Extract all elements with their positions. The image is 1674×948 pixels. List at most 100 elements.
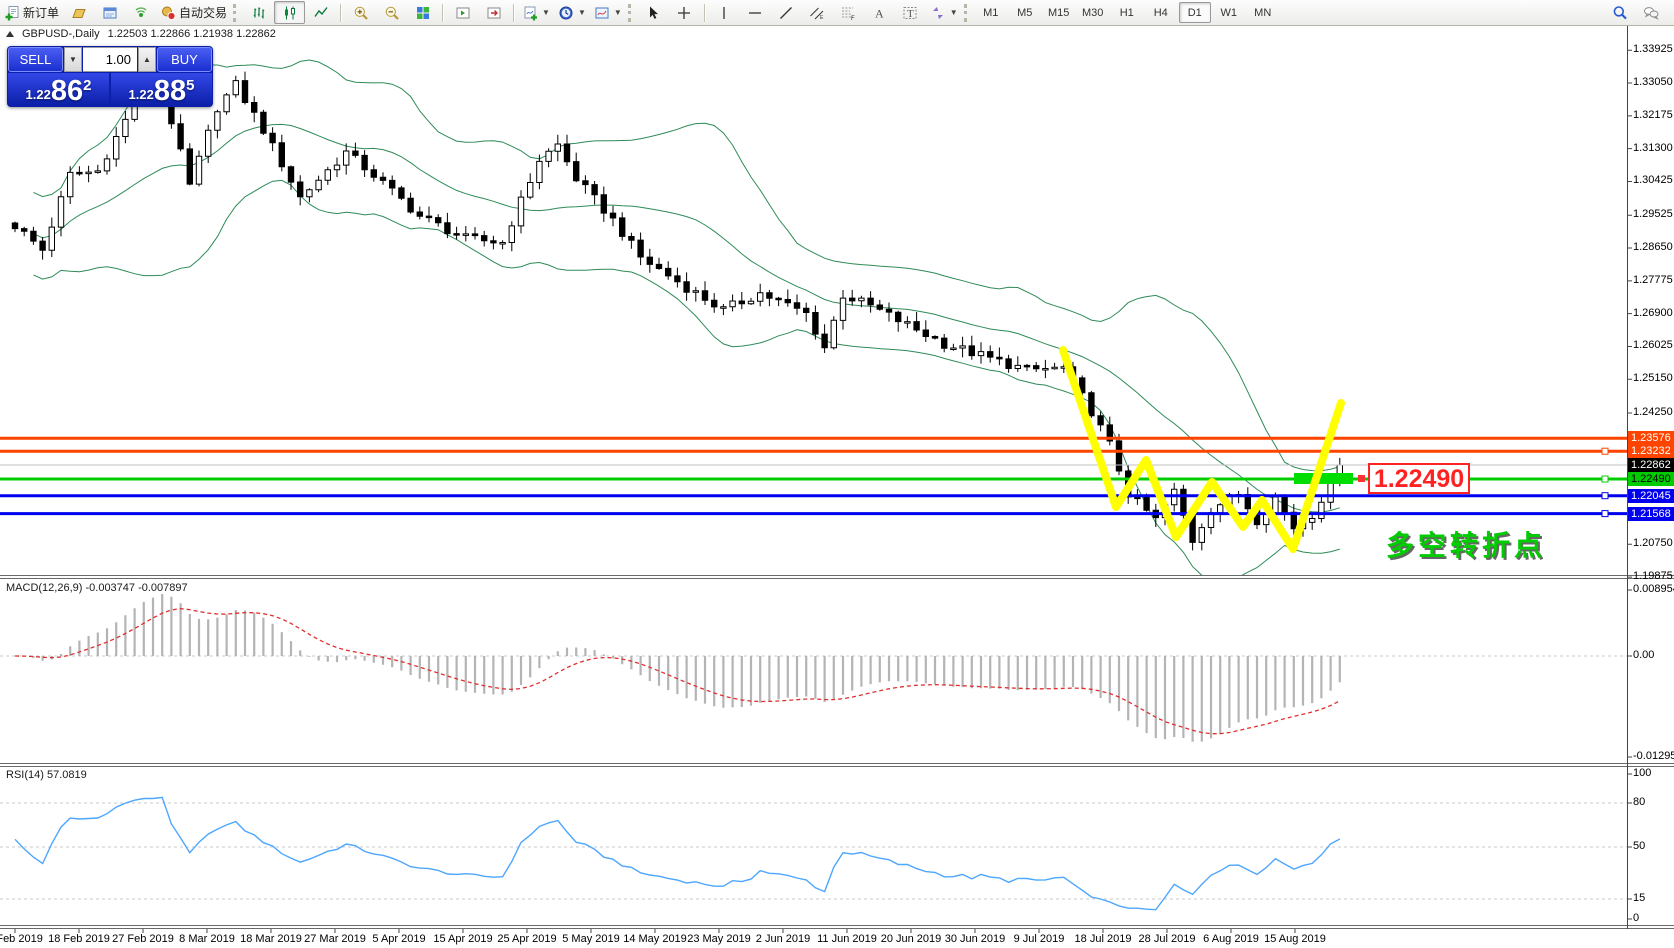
crosshair-icon <box>676 5 692 21</box>
new-order-button[interactable]: 新订单 <box>0 1 63 24</box>
templates-icon <box>594 5 610 21</box>
dropdown-caret-icon: ▼ <box>542 8 550 17</box>
volume-up-button[interactable]: ▲ <box>138 47 156 72</box>
rsi-tick-label: 100 <box>1633 767 1651 779</box>
rsi-tick-label: 15 <box>1633 892 1645 904</box>
macd-tick-label: -0.012957 <box>1633 750 1674 762</box>
text-label-button[interactable]: T <box>895 1 926 24</box>
price-level-label[interactable]: 1.22862 <box>1628 458 1674 472</box>
callout-handle[interactable] <box>1358 475 1365 482</box>
toolbar-grip[interactable] <box>964 4 970 22</box>
equidistant-channel-button[interactable]: E <box>802 1 833 24</box>
price-level-label[interactable]: 1.21568 <box>1628 507 1674 521</box>
timeframe-h1-button[interactable]: H1 <box>1111 2 1143 23</box>
chart-ohlc-values: 1.22503 1.22866 1.21938 1.22862 <box>108 28 276 40</box>
tile-windows-icon <box>415 5 431 21</box>
price-callout-label[interactable]: 1.22490 <box>1368 463 1470 494</box>
date-label: 15 Apr 2019 <box>433 933 492 945</box>
auto-trading-button[interactable]: 自动交易 <box>156 1 231 24</box>
search-button[interactable] <box>1604 1 1635 24</box>
timeframe-m1-button[interactable]: M1 <box>975 2 1007 23</box>
chat-button[interactable] <box>1635 1 1666 24</box>
price-tick-label: 1.19875 <box>1633 570 1673 582</box>
line-chart-button[interactable] <box>305 1 336 24</box>
turning-point-note[interactable]: 多空转折点 <box>1386 524 1546 564</box>
dropdown-caret-icon: ▼ <box>578 8 586 17</box>
rsi-value: 57.0819 <box>47 769 87 781</box>
signals-button[interactable] <box>125 1 156 24</box>
price-level-label[interactable]: 1.22045 <box>1628 489 1674 503</box>
trendline-button[interactable] <box>771 1 802 24</box>
price-tick-label: 1.33925 <box>1633 43 1673 55</box>
volume-down-button[interactable]: ▼ <box>64 47 82 72</box>
macd-signal-value: -0.007897 <box>138 582 188 594</box>
cursor-button[interactable] <box>638 1 669 24</box>
new-order-icon <box>4 5 20 21</box>
candlestick-chart-button[interactable] <box>274 1 305 24</box>
volume-input[interactable]: 1.00 <box>83 47 137 72</box>
price-level-label[interactable]: 1.23576 <box>1628 431 1674 445</box>
indicators-icon <box>522 5 538 21</box>
date-label: 5 May 2019 <box>562 933 619 945</box>
profiles-button[interactable] <box>63 1 94 24</box>
buy-button[interactable]: BUY <box>157 47 212 72</box>
toolbar-grip[interactable] <box>233 4 239 22</box>
timeframe-d1-button[interactable]: D1 <box>1179 2 1211 23</box>
zoom-out-icon <box>384 5 400 21</box>
text-button[interactable]: A <box>864 1 895 24</box>
sell-button[interactable]: SELL <box>8 47 63 72</box>
macd-tick-label: 0.008954 <box>1633 583 1674 595</box>
auto-scroll-icon <box>455 5 471 21</box>
price-level-label[interactable]: 1.23232 <box>1628 444 1674 458</box>
indicators-button[interactable]: ▼ <box>518 1 554 24</box>
svg-text:E: E <box>820 15 824 21</box>
macd-main-value: -0.003747 <box>85 582 135 594</box>
search-icon <box>1612 5 1628 21</box>
svg-text:F: F <box>851 16 855 21</box>
macd-tick-label: 0.00 <box>1633 649 1654 661</box>
periods-button[interactable]: ▼ <box>554 1 590 24</box>
timeframe-w1-button[interactable]: W1 <box>1213 2 1245 23</box>
bar-chart-button[interactable] <box>243 1 274 24</box>
rsi-name: RSI(14) <box>6 769 44 781</box>
macd-name: MACD(12,26,9) <box>6 582 82 594</box>
date-label: 20 Jun 2019 <box>881 933 942 945</box>
sell-price[interactable]: 1.22 86 2 <box>8 73 109 106</box>
zoom-in-button[interactable] <box>345 1 376 24</box>
candlestick-chart-icon <box>282 5 298 21</box>
buy-price[interactable]: 1.22 88 5 <box>111 73 212 106</box>
dropdown-caret-icon: ▼ <box>950 8 958 17</box>
timeframe-mn-button[interactable]: MN <box>1247 2 1279 23</box>
timeframe-m30-button[interactable]: M30 <box>1077 2 1109 23</box>
timeframe-h4-button[interactable]: H4 <box>1145 2 1177 23</box>
rsi-tick-label: 80 <box>1633 796 1645 808</box>
auto-scroll-button[interactable] <box>447 1 478 24</box>
timeframe-m5-button[interactable]: M5 <box>1009 2 1041 23</box>
timeframe-m15-button[interactable]: M15 <box>1043 2 1075 23</box>
price-tick-label: 1.30425 <box>1633 174 1673 186</box>
fibonacci-button[interactable]: F <box>833 1 864 24</box>
chart-shift-button[interactable] <box>478 1 509 24</box>
vertical-line-button[interactable] <box>709 1 740 24</box>
date-label: 6 Aug 2019 <box>1203 933 1259 945</box>
price-tick-label: 1.31300 <box>1633 142 1673 154</box>
chart-collapse-icon[interactable] <box>6 31 14 37</box>
horizontal-line-icon <box>747 5 763 21</box>
horizontal-line-button[interactable] <box>740 1 771 24</box>
zoom-out-button[interactable] <box>376 1 407 24</box>
date-label: 28 Jul 2019 <box>1139 933 1196 945</box>
price-tick-label: 1.24250 <box>1633 406 1673 418</box>
date-label: 27 Mar 2019 <box>304 933 366 945</box>
templates-button[interactable]: ▼ <box>590 1 626 24</box>
terminal-button[interactable] <box>94 1 125 24</box>
toolbar-grip[interactable] <box>628 4 634 22</box>
svg-text:T: T <box>907 8 914 20</box>
date-label: 8 Feb 2019 <box>0 933 43 945</box>
price-tick-label: 1.28650 <box>1633 241 1673 253</box>
tile-windows-button[interactable] <box>407 1 438 24</box>
date-label: 30 Jun 2019 <box>945 933 1006 945</box>
price-level-label[interactable]: 1.22490 <box>1628 472 1674 486</box>
crosshair-button[interactable] <box>669 1 700 24</box>
arrows-button[interactable]: ▼ <box>926 1 962 24</box>
toolbar-separator <box>513 4 514 22</box>
